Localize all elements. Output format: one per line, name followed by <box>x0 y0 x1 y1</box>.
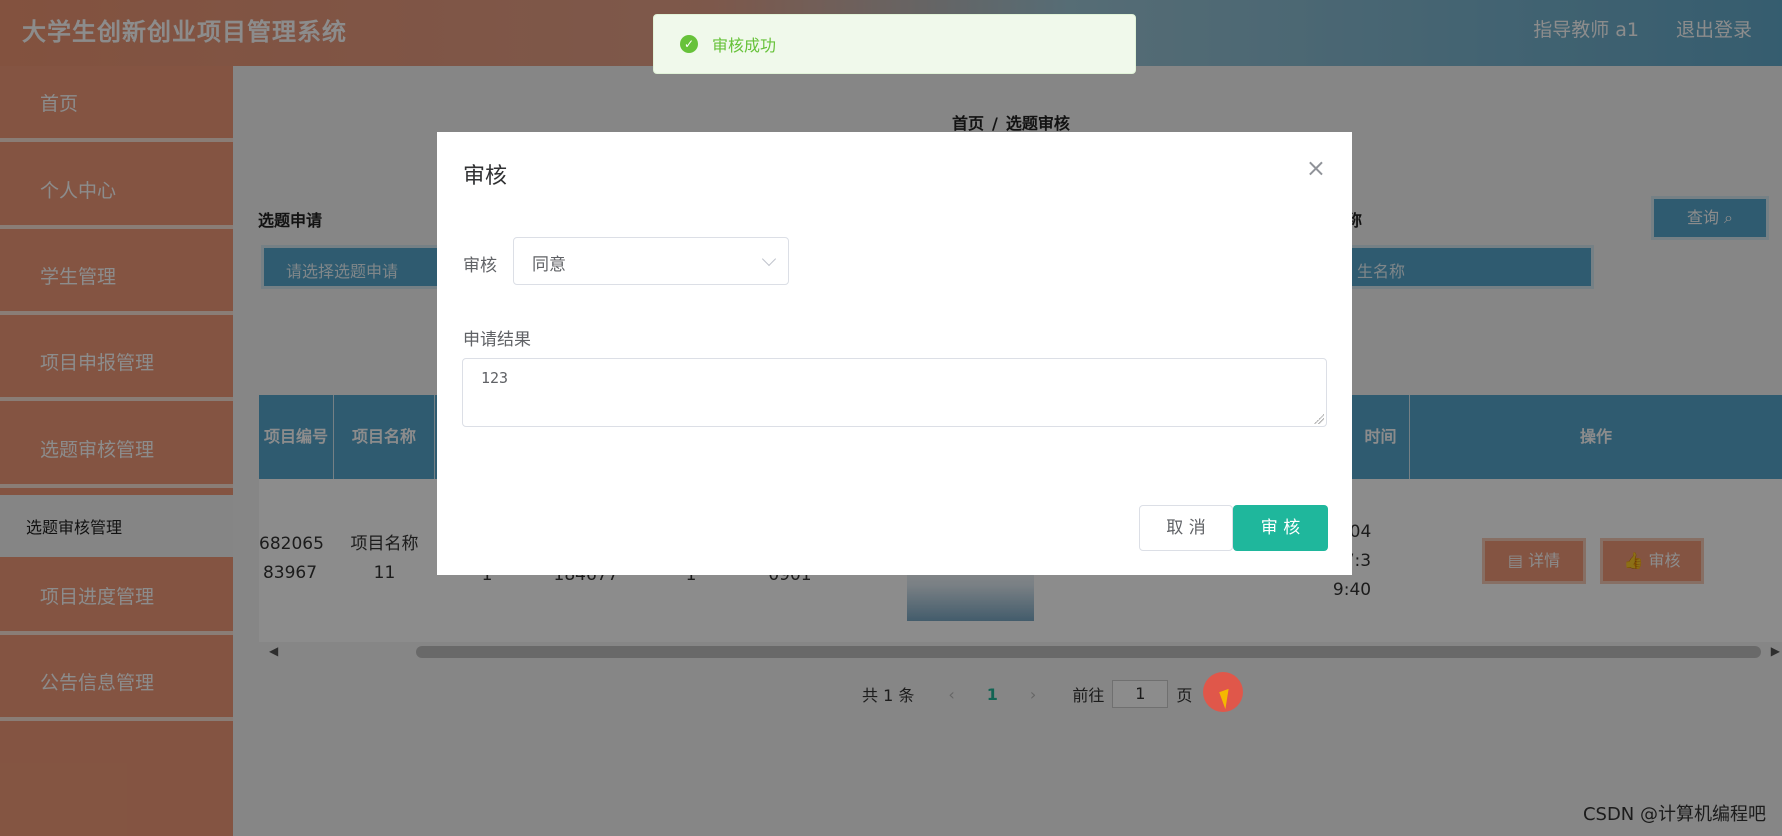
audit-dialog: 审核 × 审核 同意 申请结果 123 取 消 审 核 <box>437 132 1352 575</box>
result-textarea-value: 123 <box>481 369 509 387</box>
audit-select-value: 同意 <box>532 255 566 275</box>
close-icon[interactable]: × <box>1306 154 1326 182</box>
chevron-down-icon <box>761 251 777 267</box>
check-circle-icon: ✓ <box>680 35 698 53</box>
result-textarea[interactable]: 123 <box>462 358 1327 427</box>
cancel-button[interactable]: 取 消 <box>1139 505 1233 551</box>
resize-grip-icon[interactable] <box>1314 414 1324 424</box>
submit-audit-button[interactable]: 审 核 <box>1233 505 1328 551</box>
audit-select[interactable]: 同意 <box>513 237 789 285</box>
dialog-title: 审核 <box>463 164 508 189</box>
toast-message: 审核成功 <box>712 36 777 55</box>
result-field-label: 申请结果 <box>463 330 531 350</box>
audit-field-label: 审核 <box>463 256 497 276</box>
success-toast: ✓ 审核成功 <box>653 14 1136 74</box>
